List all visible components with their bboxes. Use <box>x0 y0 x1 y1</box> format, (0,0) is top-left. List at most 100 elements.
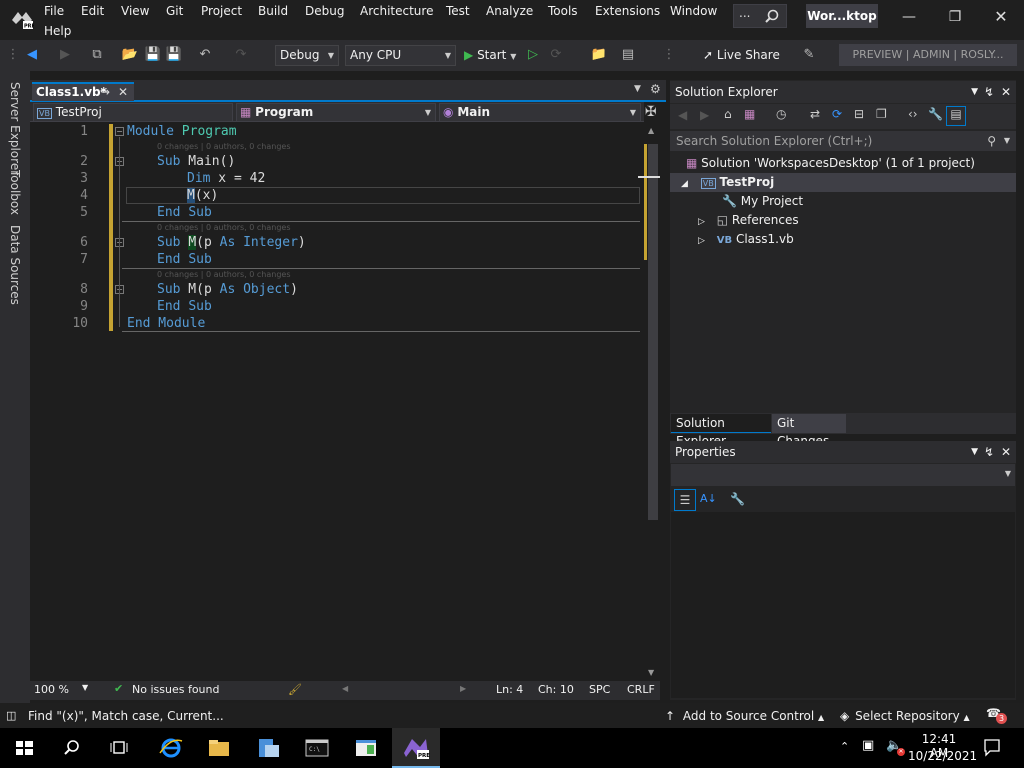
undo-icon[interactable]: ↶ <box>196 46 214 64</box>
codelens-hint[interactable]: 0 changes | 0 authors, 0 changes <box>157 142 291 151</box>
solution-configuration-select[interactable]: Debug ▼ <box>275 45 339 66</box>
zoom-level[interactable]: 100 % <box>34 683 69 696</box>
layout-icon[interactable]: ▤ <box>619 46 637 64</box>
close-window-button[interactable]: ✕ <box>987 6 1015 28</box>
redo-icon[interactable]: ↷ <box>232 46 250 64</box>
project-nav-select[interactable]: VB TestProj <box>33 103 233 122</box>
clock-date[interactable]: 10/22/2021 <box>908 749 977 763</box>
solution-name-chip[interactable]: Wor...ktop <box>806 4 878 28</box>
new-project-icon[interactable]: ⧉ <box>88 46 106 64</box>
code-line[interactable]: Sub Main() <box>157 154 235 169</box>
tab-solution-explorer[interactable]: Solution Explorer <box>671 414 771 448</box>
categorized-icon[interactable]: ☰ <box>674 489 696 511</box>
menu-edit[interactable]: Edit <box>81 4 104 18</box>
windows-start-icon[interactable] <box>8 733 40 763</box>
tree-item-my-project[interactable]: 🔧 My Project <box>722 194 803 208</box>
property-pages-wrench-icon[interactable]: 🔧 <box>730 492 745 506</box>
pin-icon[interactable]: ↯ <box>984 81 994 103</box>
save-all-icon[interactable]: 💾 <box>165 46 183 64</box>
code-line[interactable]: Dim x = 42 <box>187 171 265 186</box>
home-icon[interactable]: ⌂ <box>724 107 732 121</box>
command-prompt-icon[interactable]: C:\ <box>301 733 333 763</box>
solution-platform-select[interactable]: Any CPU ▼ <box>345 45 456 66</box>
menu-analyze[interactable]: Analyze <box>486 4 533 18</box>
menu-help[interactable]: Help <box>44 24 71 38</box>
start-without-debugging-icon[interactable]: ▷ <box>524 46 542 64</box>
add-to-source-control-button[interactable]: ↑ Add to Source Control ▲ <box>665 709 824 723</box>
codelens-hint[interactable]: 0 changes | 0 authors, 0 changes <box>157 270 291 279</box>
gear-icon[interactable]: ⚙ <box>650 82 661 96</box>
taskbar-visual-studio-button[interactable]: PRE <box>392 728 440 768</box>
column-indicator[interactable]: Ch: 10 <box>538 683 574 696</box>
switch-views-icon[interactable]: ▦ <box>744 107 755 121</box>
open-file-icon[interactable]: 📂 <box>121 46 139 64</box>
search-icon[interactable] <box>56 733 88 763</box>
alphabetical-icon[interactable]: A↓ <box>700 492 717 505</box>
action-center-icon[interactable] <box>982 737 1002 757</box>
properties-object-select[interactable]: ▼ <box>671 464 1015 486</box>
file-explorer-icon[interactable] <box>203 733 235 763</box>
navigate-back-icon[interactable]: ◀ <box>23 46 41 64</box>
code-line[interactable]: Sub M(p As Object) <box>157 282 298 297</box>
server-manager-icon[interactable] <box>253 733 285 763</box>
server-explorer-tab[interactable]: Server Explorer <box>8 82 22 175</box>
pin-icon[interactable]: ↪ <box>100 84 110 101</box>
code-line[interactable]: Module Program <box>127 124 237 139</box>
menu-git[interactable]: Git <box>166 4 183 18</box>
select-repository-button[interactable]: ◈ Select Repository ▲ <box>840 709 970 723</box>
type-nav-select[interactable]: ▦ Program ▼ <box>236 103 436 122</box>
collapse-toggle[interactable]: − <box>115 127 124 136</box>
feedback-icon[interactable]: ✎ <box>800 46 818 64</box>
tree-solution-node[interactable]: ▦ Solution 'WorkspacesDesktop' (1 of 1 p… <box>686 156 975 170</box>
editor-vertical-scrollbar[interactable]: ▲ ▼ <box>638 122 660 682</box>
menu-debug[interactable]: Debug <box>305 4 344 18</box>
chevron-down-icon[interactable]: ▼ <box>1004 131 1010 151</box>
close-panel-icon[interactable]: ✕ <box>1001 441 1011 463</box>
line-ending-indicator[interactable]: CRLF <box>627 683 655 696</box>
folder-view-icon[interactable]: 📁 <box>590 46 608 64</box>
internet-explorer-icon[interactable] <box>155 733 187 763</box>
menu-test[interactable]: Test <box>446 4 470 18</box>
menu-view[interactable]: View <box>121 4 149 18</box>
tree-item-references[interactable]: ▷ ◱ References <box>698 213 799 227</box>
visual-studio-logo-icon[interactable]: PRE <box>10 6 34 30</box>
notifications-button[interactable]: ☎ 3 <box>986 706 1016 725</box>
sync-icon[interactable]: ⇄ <box>810 107 820 121</box>
pending-changes-filter-icon[interactable]: ◷ <box>776 107 786 121</box>
show-all-files-icon[interactable]: ❐ <box>876 107 887 121</box>
live-share-button[interactable]: ➚ Live Share <box>703 46 780 64</box>
hot-reload-icon[interactable]: ⟳ <box>547 46 565 64</box>
code-cleanup-icon[interactable]: 🖌 <box>288 683 302 696</box>
tab-list-dropdown-icon[interactable]: ▼ <box>634 84 641 94</box>
code-line[interactable]: End Sub <box>157 299 212 314</box>
window-menu-icon[interactable]: ▼ <box>971 81 978 103</box>
tab-git-changes[interactable]: Git Changes <box>772 414 846 448</box>
refresh-icon[interactable]: ⟳ <box>832 107 842 121</box>
properties-wrench-icon[interactable]: 🔧 <box>928 107 943 121</box>
editor-app-icon[interactable] <box>350 733 382 763</box>
scroll-down-icon[interactable]: ▼ <box>648 668 654 677</box>
network-icon[interactable]: ▣ <box>862 738 874 753</box>
minimize-button[interactable]: — <box>895 6 923 28</box>
toolbar-grip[interactable]: ⋮ <box>4 46 22 64</box>
menu-architecture[interactable]: Architecture <box>360 4 433 18</box>
chevron-down-icon[interactable]: ▼ <box>82 683 88 692</box>
scroll-thumb[interactable] <box>648 144 658 520</box>
view-code-icon[interactable]: ‹› <box>908 107 918 121</box>
maximize-button[interactable]: ❐ <box>941 6 969 28</box>
tree-project-node[interactable]: ◢ VB TestProj <box>681 175 774 189</box>
window-menu-icon[interactable]: ▼ <box>971 441 978 463</box>
data-sources-tab[interactable]: Data Sources <box>8 225 22 305</box>
code-line[interactable]: End Sub <box>157 205 212 220</box>
save-icon[interactable]: 💾 <box>144 46 162 64</box>
codelens-hint[interactable]: 0 changes | 0 authors, 0 changes <box>157 223 291 232</box>
member-nav-select[interactable]: ◉ Main ▼ <box>439 103 641 122</box>
preview-badge[interactable]: PREVIEW | ADMIN | ROSLY... <box>839 44 1017 66</box>
back-icon[interactable]: ◀ <box>678 108 687 122</box>
split-editor-icon[interactable]: ✠ <box>645 104 657 120</box>
close-tab-icon[interactable]: ✕ <box>118 84 128 101</box>
scroll-left-icon[interactable]: ◀ <box>342 684 348 693</box>
menu-window[interactable]: Window <box>670 4 717 18</box>
task-view-icon[interactable] <box>103 733 135 763</box>
menu-build[interactable]: Build <box>258 4 288 18</box>
